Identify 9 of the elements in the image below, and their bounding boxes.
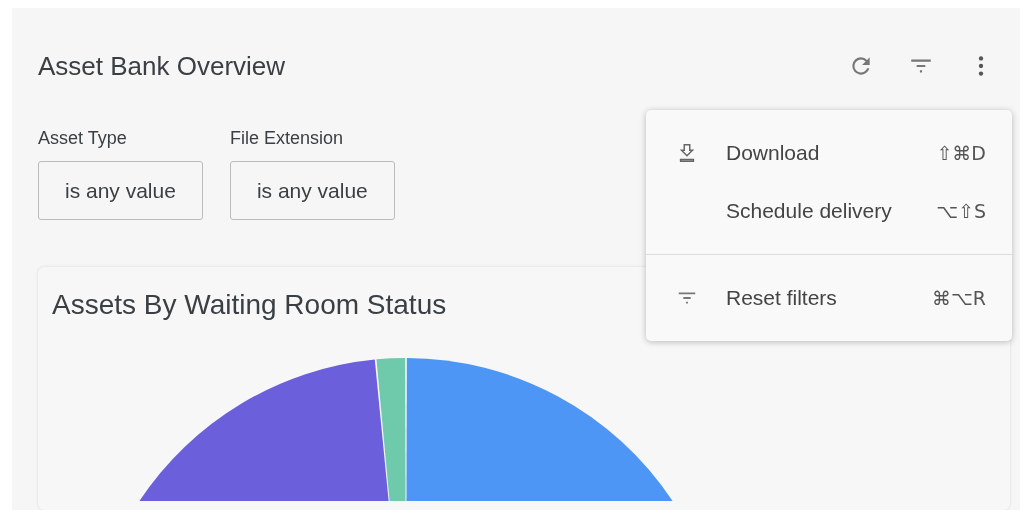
filter-field[interactable]: is any value <box>38 161 203 220</box>
tile-title: Assets By Waiting Room Status <box>52 289 447 321</box>
dashboard-title: Asset Bank Overview <box>38 50 286 82</box>
filter-label: Asset Type <box>38 128 128 149</box>
menu-item[interactable]: Reset filters ⌘⌥R <box>646 269 1012 327</box>
filter-label: File Extension <box>229 128 344 149</box>
menu-item[interactable]: Download ⇧⌘D <box>646 124 1012 182</box>
filter-field[interactable]: is any value <box>229 161 395 220</box>
menu-item[interactable]: Schedule delivery ⌥⇧S <box>646 182 1012 240</box>
